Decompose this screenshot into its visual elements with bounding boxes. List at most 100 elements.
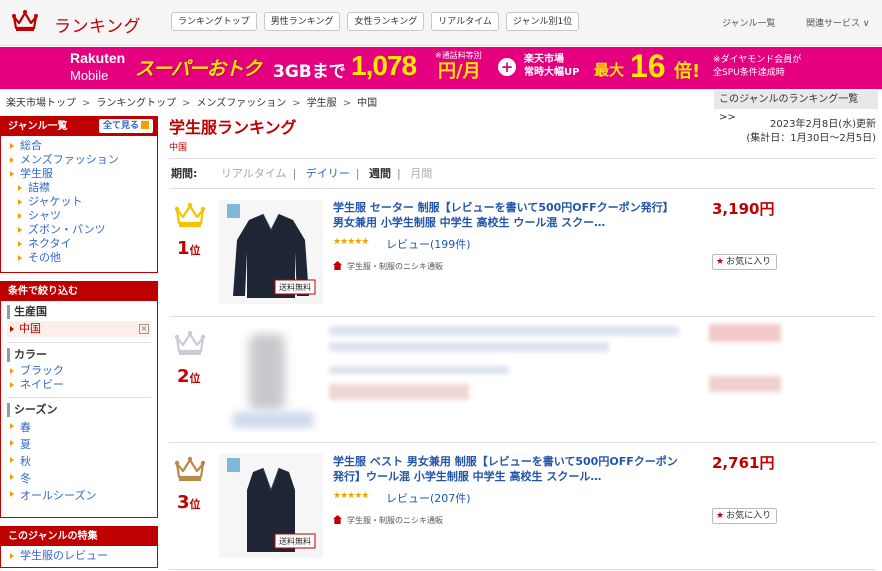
banner-price: 1,078 <box>351 50 417 81</box>
period-weekly: 週間 <box>369 167 392 180</box>
blurred-caption <box>233 412 313 428</box>
blurred-title-line <box>329 342 609 352</box>
filter-color-black[interactable]: ブラック <box>1 364 157 378</box>
product-price: 3,190円 <box>712 200 775 218</box>
filter-season-winter[interactable]: 冬 <box>1 470 157 487</box>
sidebar-sub-tsumeeri[interactable]: 詰襟 <box>1 181 157 195</box>
sidebar-genre-head: ジャンル一覧 全て見る <box>1 117 157 136</box>
reviews-link[interactable]: レビュー(199件) <box>386 236 471 252</box>
divider <box>169 158 875 159</box>
breadcrumb-mens-fashion[interactable]: メンズファッション <box>196 98 286 109</box>
tab-female-ranking[interactable]: 女性ランキング <box>347 12 425 31</box>
divider <box>7 397 151 398</box>
promo-banner[interactable]: Rakuten Mobile スーパーおトク 3GBまで 1,078 ※通話料等… <box>0 47 882 89</box>
breadcrumb-separator: > <box>82 98 91 109</box>
product-title-link[interactable]: 学生服 ベスト 男女兼用 制服【レビューを書いて500円OFFクーポン発行】ウー… <box>333 454 683 484</box>
divider <box>169 316 875 317</box>
breadcrumb-ranking-top[interactable]: ランキングトップ <box>96 98 176 109</box>
filter-season-autumn[interactable]: 秋 <box>1 453 157 470</box>
product-image[interactable]: 送料無料 <box>219 454 323 558</box>
sidebar-feature-box: このジャンルの特集 学生服のレビュー <box>0 526 158 568</box>
banner-ichiba: 楽天市場 常時大幅UP <box>524 53 579 79</box>
sidebar-filter-head: 条件で絞り込む <box>1 282 157 301</box>
banner-times: 16 <box>630 48 666 84</box>
shop-name: 学生服・制服のニシキ通販 <box>347 262 443 271</box>
arrow-square-icon <box>141 121 149 129</box>
sidebar-sub-necktie[interactable]: ネクタイ <box>1 237 157 251</box>
sidebar-genre-box: ジャンル一覧 全て見る 総合 メンズファッション 学生服 詰襟 ジャケット シャ… <box>0 116 158 273</box>
sidebar-genre-mens[interactable]: メンズファッション <box>1 153 157 167</box>
period-realtime[interactable]: リアルタイム <box>221 167 287 180</box>
rank-value: 1 <box>177 238 190 259</box>
star-icon: ★ <box>716 511 725 521</box>
ranking-item-3: 3位 送料無料 学生服 ベスト 男女兼用 制服【レビューを書いて500円OFFク… <box>169 444 875 570</box>
breadcrumb-separator: > <box>342 98 352 109</box>
breadcrumb: 楽天市場トップ > ランキングトップ > メンズファッション > 学生服 > 中国 <box>6 94 377 109</box>
product-title-link[interactable]: 学生服 セーター 制服【レビューを書いて500円OFFクーポン発行】男女兼用 小… <box>333 200 683 230</box>
banner-campaign: スーパーおトク <box>135 58 262 80</box>
tab-genre-first[interactable]: ジャンル別1位 <box>505 12 580 31</box>
vest-image: 送料無料 <box>227 458 316 552</box>
period-label: 期間: <box>171 167 198 180</box>
banner-note-spu-1: ※ダイヤモンド会員が <box>713 55 802 65</box>
tab-ranking-top[interactable]: ランキングトップ <box>171 12 257 31</box>
filter-season-all[interactable]: オールシーズン <box>1 487 157 504</box>
banner-note-spu: ※ダイヤモンド会員が 全SPU条件達成時 <box>713 54 801 80</box>
ranking-nav-tabs: ランキングトップ 男性ランキング 女性ランキング リアルタイム ジャンル別1位 <box>171 12 580 31</box>
remove-filter-icon[interactable]: × <box>139 324 149 334</box>
tab-realtime[interactable]: リアルタイム <box>431 12 499 31</box>
shop-link[interactable]: 学生服・制服のニシキ通販 <box>333 515 443 526</box>
rank-number: 2位 <box>177 366 201 387</box>
free-shipping-label: 送料無料 <box>279 282 311 292</box>
tab-male-ranking[interactable]: 男性ランキング <box>263 12 341 31</box>
product-image[interactable]: 送料無料 <box>219 200 323 304</box>
banner-ichiba-line1: 楽天市場 <box>524 54 564 65</box>
genre-list-link[interactable]: ジャンル一覧 <box>722 16 776 29</box>
sidebar-sub-shirt[interactable]: シャツ <box>1 209 157 223</box>
reviews-link[interactable]: レビュー(207件) <box>386 490 471 506</box>
site-title[interactable]: ランキング <box>54 12 141 37</box>
ranking-item-1: 1位 送料無料 学生服 セーター 制服【レビューを書いて500円OFFクーポン発… <box>169 190 875 316</box>
filter-season-summer[interactable]: 夏 <box>1 436 157 453</box>
rating-stars: ★★★★★ <box>333 491 369 501</box>
page-subtitle: 中国 <box>169 143 188 153</box>
breadcrumb-rakuten-top[interactable]: 楽天市場トップ <box>6 98 76 109</box>
ranking-item-2: 2位 <box>169 318 875 444</box>
banner-brand: Rakuten <box>70 50 126 66</box>
sidebar-sub-pants[interactable]: ズボン・パンツ <box>1 223 157 237</box>
see-all-button[interactable]: 全て見る <box>98 119 153 133</box>
banner-plan: 3GBまで <box>273 62 346 82</box>
blurred-product-image[interactable] <box>219 328 323 432</box>
sidebar-genre-uniform[interactable]: 学生服 <box>1 167 157 181</box>
filter-origin-label: 生産国 <box>7 305 157 319</box>
genre-ranking-list-link[interactable]: このジャンルのランキング一覧 >> <box>714 91 878 123</box>
sidebar-filter-box: 条件で絞り込む 生産国 中国 × カラー ブラック ネイビー シーズン 春 夏 … <box>0 281 158 518</box>
crown-logo-icon[interactable] <box>12 10 38 32</box>
breadcrumb-separator: > <box>292 98 301 109</box>
favorite-button[interactable]: ★ お気に入り <box>712 508 778 524</box>
plus-icon: + <box>498 58 516 76</box>
banner-max: 最大 <box>594 61 625 79</box>
blurred-figure <box>249 334 285 410</box>
sidebar-sub-other[interactable]: その他 <box>1 251 157 265</box>
bronze-crown-icon <box>175 456 205 481</box>
period-separator: | <box>292 167 297 180</box>
filter-origin-selected[interactable]: 中国 × <box>7 321 151 337</box>
favorite-button[interactable]: ★ お気に入り <box>712 254 778 270</box>
sidebar-sub-jacket[interactable]: ジャケット <box>1 195 157 209</box>
filter-season-spring[interactable]: 春 <box>1 419 157 436</box>
sidebar-genre-all[interactable]: 総合 <box>1 139 157 153</box>
filter-color-navy[interactable]: ネイビー <box>1 378 157 392</box>
blurred-price <box>709 324 781 342</box>
star-icon: ★ <box>716 257 725 267</box>
banner-note-spu-2: 全SPU条件達成時 <box>713 68 785 78</box>
feature-uniform-reviews[interactable]: 学生服のレビュー <box>1 549 157 563</box>
silver-crown-icon <box>175 330 205 355</box>
favorite-label: お気に入り <box>726 257 772 267</box>
top-header: ランキング ランキングトップ 男性ランキング 女性ランキング リアルタイム ジャ… <box>0 0 882 46</box>
favorite-label: お気に入り <box>726 511 772 521</box>
breadcrumb-school-uniform[interactable]: 学生服 <box>307 98 337 109</box>
shop-link[interactable]: 学生服・制服のニシキ通販 <box>333 261 443 272</box>
related-services-link[interactable]: 関連サービス ∨ <box>806 16 869 29</box>
period-daily[interactable]: デイリー <box>306 167 350 180</box>
